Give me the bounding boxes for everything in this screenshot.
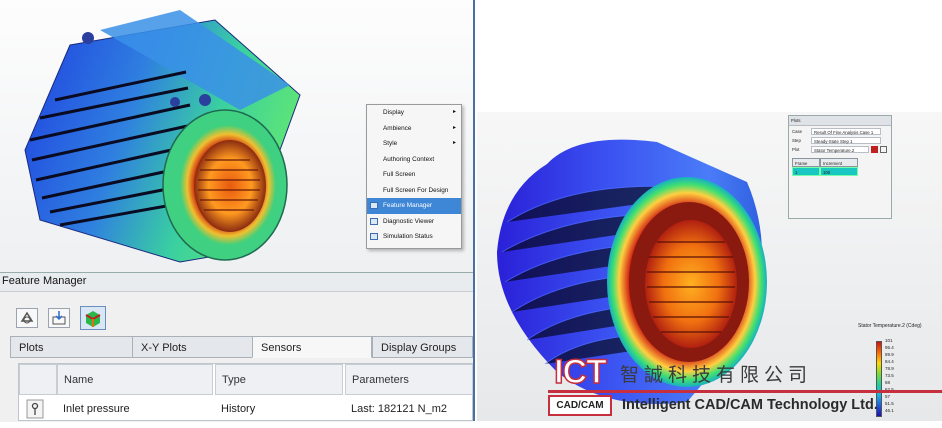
chevron-right-icon: ▸	[452, 140, 456, 146]
tab-plots[interactable]: Plots	[10, 336, 136, 358]
ict-logo-letters: ICT	[553, 353, 607, 391]
legend-tick: 57	[885, 394, 891, 399]
context-menu-item-display[interactable]: Display ▸	[367, 105, 461, 121]
company-name-chinese: 智誠科技有限公司	[620, 364, 813, 386]
legend-tick: 95.4	[885, 345, 894, 350]
legend-tick: 84.4	[885, 359, 894, 364]
table-cell-type[interactable]: History	[221, 398, 341, 421]
simulation-status-icon	[370, 233, 378, 240]
context-menu-item-diagnostic-viewer[interactable]: Diagnostic Viewer	[367, 214, 461, 230]
results-cube-icon	[85, 311, 101, 327]
menu-item-label: Simulation Status	[383, 233, 433, 240]
legend-tick: 51.5	[885, 401, 894, 406]
menu-item-label: Feature Manager	[383, 202, 433, 209]
export-icon	[52, 311, 66, 325]
cadcam-logo-tag: CAD/CAM	[548, 395, 612, 416]
table-cell-name[interactable]: Inlet pressure	[63, 398, 213, 421]
legend-tick: 68	[885, 380, 891, 385]
tab-display-groups[interactable]: Display Groups	[372, 336, 473, 358]
sensor-row-icon-cell	[26, 398, 46, 421]
menu-item-label: Style	[383, 140, 398, 147]
toolbar-button-export[interactable]	[48, 308, 70, 328]
plot-select[interactable]: Stator Temperature.2	[811, 146, 869, 153]
legend-tick: 78.9	[885, 366, 894, 371]
feature-manager-title: Feature Manager	[2, 275, 87, 287]
menu-item-label: Display	[383, 109, 404, 116]
legend-tick: 101	[885, 338, 893, 343]
menu-item-label: Diagnostic Viewer	[383, 217, 435, 225]
menu-item-label: Full Screen For Design	[383, 186, 449, 194]
field-label-case: Case	[792, 129, 803, 134]
feature-manager-icon	[370, 202, 378, 209]
company-name-english: Intelligent CAD/CAM Technology Ltd.	[622, 397, 878, 413]
chevron-right-icon: ▸	[452, 124, 456, 131]
menu-item-label: Full Screen	[383, 171, 416, 178]
step-select[interactable]: Steady-State Step 1	[811, 137, 881, 144]
3d-viewport-left[interactable]: Display ▸ Ambience ▸ Style ▸ Authoring Cont…	[0, 0, 473, 272]
logo-divider-line	[548, 390, 942, 393]
toolbar-button-parts[interactable]	[16, 308, 38, 328]
field-label-plot: Plot	[792, 147, 800, 152]
field-label-step: Step	[792, 138, 801, 143]
case-select[interactable]: Result Of Fine Analysis Case 1	[811, 128, 881, 135]
column-header-frame: Frame	[792, 158, 820, 167]
table-row-header-corner	[19, 364, 57, 395]
column-header-name[interactable]: Name	[57, 364, 213, 395]
diagnostic-viewer-icon	[370, 217, 378, 225]
context-menu: Display ▸ Ambience ▸ Style ▸ Authoring Cont…	[366, 104, 462, 249]
plots-dialog: Plots Case Result Of Fine Analysis Case …	[788, 115, 892, 219]
parts-icon	[20, 311, 34, 324]
menu-item-label: Ambience	[383, 124, 412, 132]
chevron-right-icon: ▸	[452, 109, 456, 115]
sensor-icon	[26, 399, 44, 419]
legend-tick: 46.1	[885, 408, 894, 413]
edit-plot-icon[interactable]	[880, 146, 887, 153]
context-menu-item-authoring-context[interactable]: Authoring Context	[367, 152, 461, 168]
toolbar-button-results[interactable]	[80, 306, 106, 330]
plots-dialog-title: Plots	[789, 116, 891, 126]
table-cell-frame[interactable]: 1	[792, 167, 820, 176]
menu-item-label: Authoring Context	[383, 155, 435, 163]
column-header-increment: Increment	[820, 158, 858, 167]
context-menu-item-simulation-status[interactable]: Simulation Status	[367, 229, 461, 245]
context-menu-item-style[interactable]: Style ▸	[367, 136, 461, 152]
legend-tick: 89.9	[885, 352, 894, 357]
delete-plot-icon[interactable]	[871, 146, 878, 153]
table-cell-increment[interactable]: 100	[820, 167, 858, 176]
context-menu-item-full-screen[interactable]: Full Screen	[367, 167, 461, 183]
left-screenshot-panel: Display ▸ Ambience ▸ Style ▸ Authoring Cont…	[0, 0, 475, 422]
tab-sensors[interactable]: Sensors	[252, 336, 372, 358]
context-menu-item-feature-manager[interactable]: Feature Manager	[367, 198, 461, 214]
table-cell-parameters[interactable]: Last: 182121 N_m2	[351, 398, 473, 421]
legend-title: Stator Temperature.2 (Cdeg)	[858, 323, 922, 329]
column-header-type[interactable]: Type	[215, 364, 343, 395]
tab-x-y-plots[interactable]: X-Y Plots	[132, 336, 254, 358]
column-header-parameters[interactable]: Parameters	[345, 364, 473, 395]
context-menu-item-full-screen-for-design[interactable]: Full Screen For Design	[367, 183, 461, 199]
context-menu-item-ambience[interactable]: Ambience ▸	[367, 121, 461, 137]
legend-tick: 73.5	[885, 373, 894, 378]
